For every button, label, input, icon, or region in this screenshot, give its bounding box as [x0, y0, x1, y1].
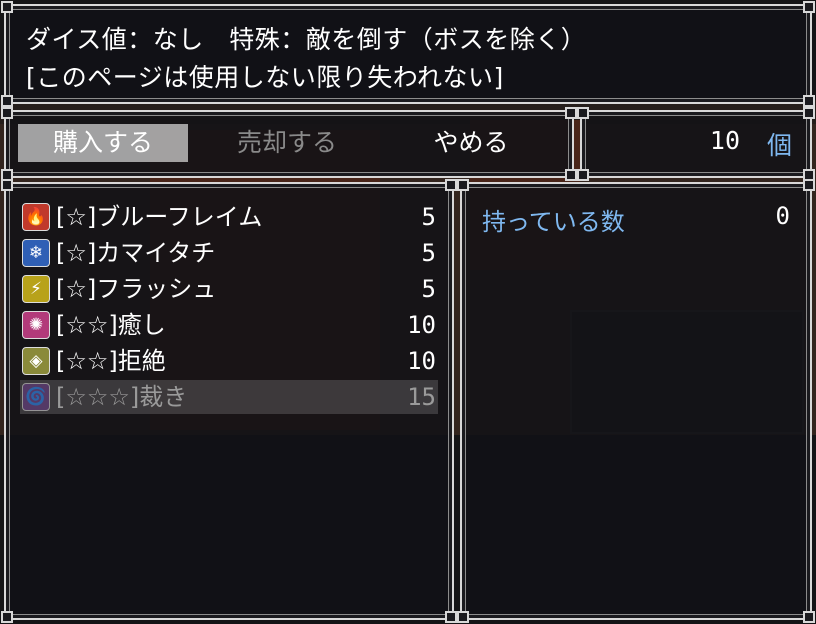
window-corner: [577, 169, 589, 181]
shield-icon: ◈: [22, 347, 50, 375]
owned-count-label: 持っている数: [482, 208, 625, 236]
window-corner: [445, 611, 457, 623]
window-corner: [1, 95, 13, 107]
command-window: 購入する 売却する やめる: [1, 107, 577, 181]
window-corner: [803, 107, 815, 119]
window-corner: [803, 611, 815, 623]
window-corner: [803, 179, 815, 191]
help-line-1: ダイス値：なし 特殊：敵を倒す（ボスを除く）: [26, 25, 587, 54]
window-corner: [803, 1, 815, 13]
window-corner: [577, 107, 589, 119]
lightning-icon: ⚡: [22, 275, 50, 303]
window-corner: [803, 95, 815, 107]
item-row[interactable]: ❄ [☆]カマイタチ 5: [20, 236, 438, 270]
window-corner: [1, 611, 13, 623]
window-corner: [445, 179, 457, 191]
window-corner: [1, 179, 13, 191]
flame-icon: 🔥: [22, 203, 50, 231]
help-line-2: [このページは使用しない限り失われない]: [26, 63, 504, 92]
window-corner: [565, 169, 577, 181]
item-name: [☆☆]癒し: [56, 311, 166, 339]
window-corner: [565, 107, 577, 119]
item-name: [☆☆]拒絶: [56, 347, 166, 375]
help-window: ダイス値：なし 特殊：敵を倒す（ボスを除く） [このページは使用しない限り失われ…: [1, 1, 815, 107]
quantity-unit: 個: [766, 131, 792, 160]
vortex-icon: 🌀: [22, 383, 50, 411]
quantity-window: 10 個: [577, 107, 815, 181]
window-corner: [457, 611, 469, 623]
item-price: 5: [421, 275, 436, 303]
item-name: [☆]ブルーフレイム: [56, 203, 263, 231]
item-name: [☆]フラッシュ: [56, 275, 217, 303]
item-name: [☆☆☆]裁き: [56, 383, 188, 411]
heal-icon: ✺: [22, 311, 50, 339]
window-corner: [457, 179, 469, 191]
item-price: 15: [407, 383, 436, 411]
window-corner: [1, 107, 13, 119]
item-name: [☆]カマイタチ: [56, 239, 216, 267]
item-price: 10: [407, 347, 436, 375]
item-row[interactable]: 🔥 [☆]ブルーフレイム 5: [20, 200, 438, 234]
sell-command[interactable]: 売却する: [202, 124, 372, 162]
item-price: 5: [421, 203, 436, 231]
item-list-window: 🔥 [☆]ブルーフレイム 5 ❄ [☆]カマイタチ 5 ⚡ [☆]フラッシュ 5…: [1, 179, 457, 623]
owned-count-value: 0: [775, 202, 790, 230]
item-row-selected[interactable]: 🌀 [☆☆☆]裁き 15: [20, 380, 438, 414]
buy-command[interactable]: 購入する: [18, 124, 188, 162]
item-row[interactable]: ✺ [☆☆]癒し 10: [20, 308, 438, 342]
item-row[interactable]: ⚡ [☆]フラッシュ 5: [20, 272, 438, 306]
window-corner: [1, 1, 13, 13]
status-window: 持っている数 0: [457, 179, 815, 623]
item-price: 10: [407, 311, 436, 339]
cancel-command[interactable]: やめる: [386, 124, 556, 162]
snowflake-icon: ❄: [22, 239, 50, 267]
quantity-value[interactable]: 10: [710, 126, 740, 155]
item-price: 5: [421, 239, 436, 267]
item-row[interactable]: ◈ [☆☆]拒絶 10: [20, 344, 438, 378]
